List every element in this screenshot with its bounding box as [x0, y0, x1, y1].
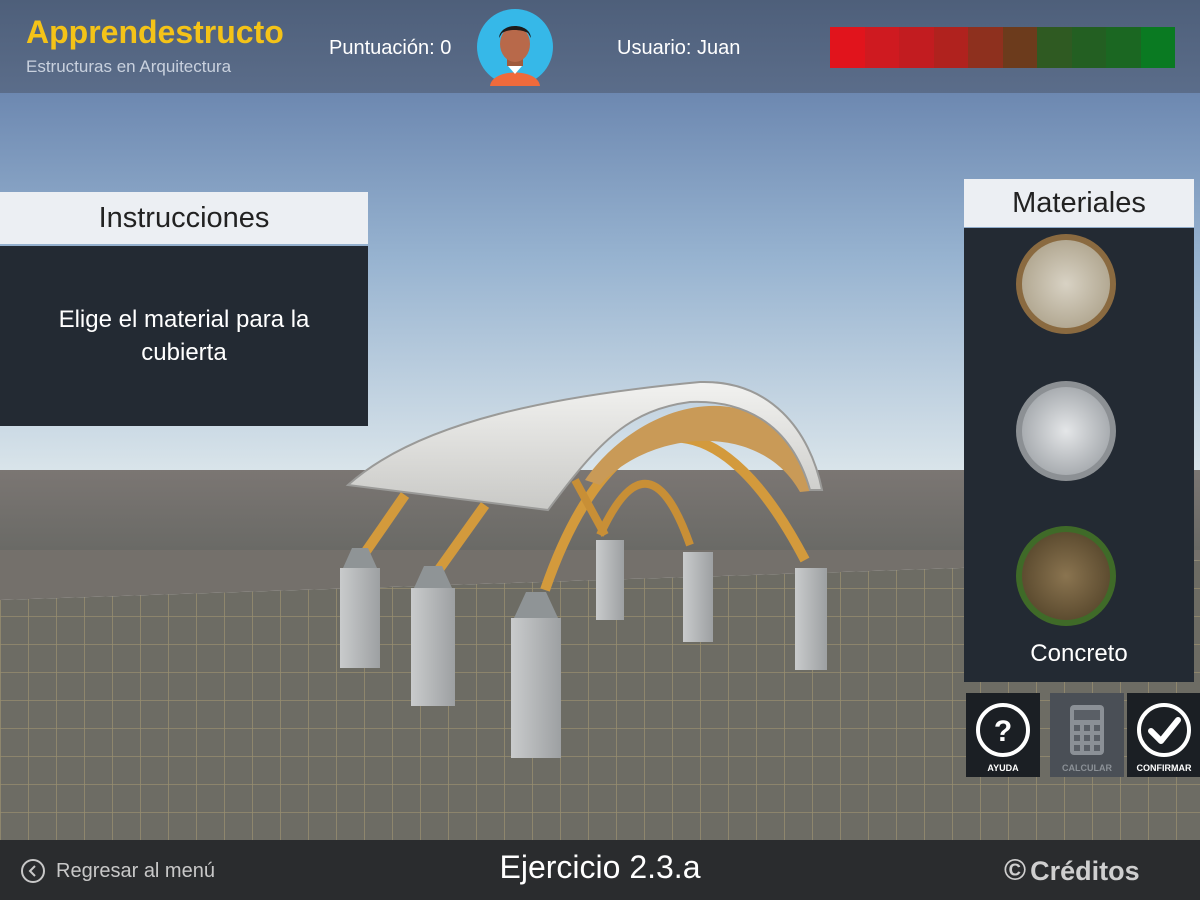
materials-header: Materiales	[964, 179, 1194, 227]
confirm-label: CONFIRMAR	[1136, 763, 1192, 773]
instructions-panel: Elige el material para la cubierta	[0, 246, 368, 426]
materials-panel: Concreto	[964, 228, 1194, 682]
meter-segment	[1106, 27, 1141, 68]
help-button[interactable]: ? AYUDA	[966, 693, 1040, 777]
app-title: Apprendestructo	[26, 14, 284, 50]
selected-material-label: Concreto	[1030, 640, 1128, 667]
app-subtitle: Estructuras en Arquitectura	[26, 57, 232, 76]
top-bar: Apprendestructo Estructuras en Arquitect…	[0, 0, 1200, 93]
meter-segment	[899, 27, 934, 68]
help-label: AYUDA	[987, 763, 1019, 773]
copyright-icon: ©	[1004, 854, 1027, 887]
instructions-header: Instrucciones	[0, 192, 368, 244]
user-label: Usuario: Juan	[617, 37, 741, 59]
concrete-material-swatch[interactable]	[1014, 379, 1118, 483]
credits-button[interactable]: © Créditos	[1004, 854, 1140, 888]
calculate-button[interactable]: CALCULAR	[1050, 693, 1124, 777]
bottom-bar: Regresar al menú Ejercicio 2.3.a © Crédi…	[0, 840, 1200, 900]
meter-segment	[1140, 27, 1175, 68]
calculator-icon	[1070, 705, 1104, 755]
calculate-label: CALCULAR	[1062, 763, 1112, 773]
meter-segment	[1037, 27, 1072, 68]
meter-segment	[933, 27, 968, 68]
meter-segment	[1071, 27, 1106, 68]
user-avatar	[477, 9, 553, 86]
meter-segment	[1002, 27, 1037, 68]
meter-segment	[968, 27, 1003, 68]
score-label: Puntuación: 0	[329, 37, 452, 59]
earth-material-swatch[interactable]	[1014, 524, 1118, 628]
stone-material-swatch[interactable]	[1014, 232, 1118, 336]
checkmark-icon	[1137, 703, 1191, 757]
meter-segment	[864, 27, 899, 68]
instructions-text: Elige el material para la cubierta	[58, 306, 310, 366]
credits-label: Créditos	[1030, 855, 1140, 886]
confirm-button[interactable]: CONFIRMAR	[1127, 693, 1200, 777]
meter-segment	[830, 27, 865, 68]
question-icon: ?	[976, 703, 1030, 757]
progress-meter	[830, 27, 1175, 68]
svg-text:?: ?	[994, 715, 1012, 748]
materials-title: Materiales	[1012, 186, 1146, 219]
instructions-title: Instrucciones	[98, 201, 270, 234]
